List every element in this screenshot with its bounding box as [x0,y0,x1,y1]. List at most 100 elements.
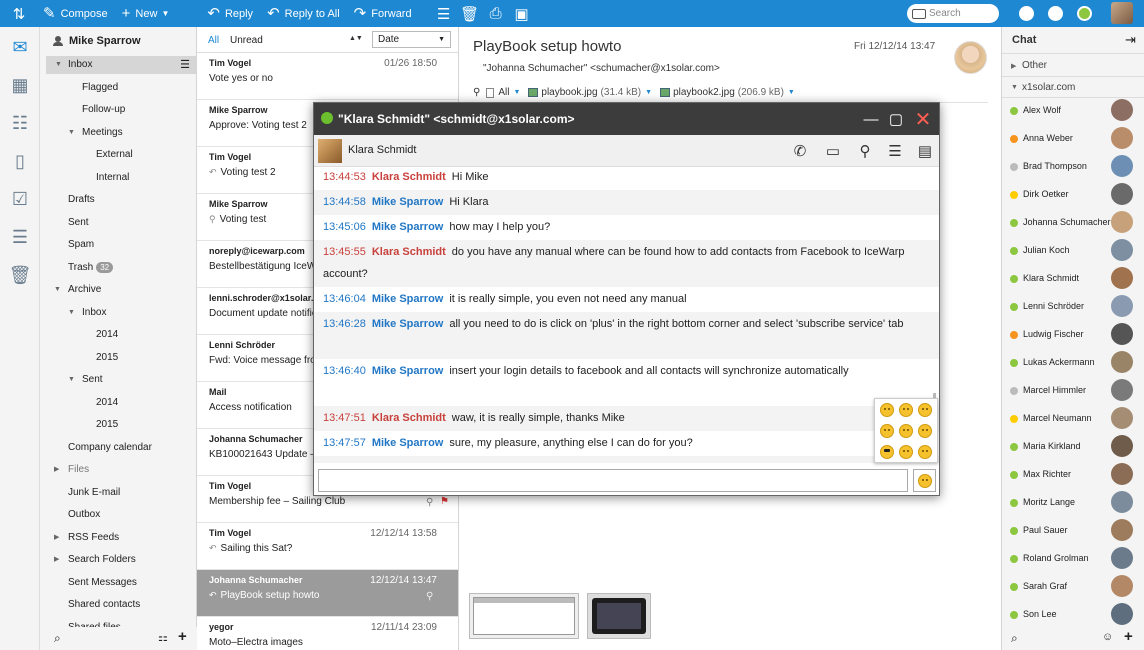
screen-share-icon[interactable]: ▭ [822,141,844,161]
folder-archive-sent[interactable]: ▼ Sent [68,371,103,389]
chat-contact[interactable]: Paul Sauer [1002,517,1144,545]
chat-contact[interactable]: Ludwig Fischer [1002,321,1144,349]
folder-internal[interactable]: Internal [96,169,129,187]
folder-sent-messages[interactable]: Sent Messages [68,574,137,592]
folder-trash[interactable]: Trash 32 [68,259,114,277]
sort-direction-icon[interactable]: ▲▼ [349,35,363,42]
chat-contact[interactable]: Son Lee [1002,601,1144,629]
grin-emoji-icon[interactable] [899,424,913,438]
message-author[interactable]: Klara Schmidt [372,246,446,258]
contacts-icon[interactable]: ☷ [9,112,31,134]
chat-bubble-icon[interactable] [1048,6,1063,21]
plus-icon[interactable]: + [1124,628,1133,645]
folder-search-folders[interactable]: ▶ Search Folders [54,551,136,569]
folder-archive-sent-2014[interactable]: 2014 [96,394,118,412]
folder-spam[interactable]: Spam [68,236,94,254]
wink-emoji-icon[interactable] [880,424,894,438]
folder-archive[interactable]: ▼ Archive [54,281,101,299]
chat-contact[interactable]: Marcel Himmler [1002,377,1144,405]
chevron-down-icon[interactable]: ▼ [788,89,795,96]
chat-contact[interactable]: Moritz Lange [1002,489,1144,517]
collapse-icon[interactable] [1019,6,1034,21]
add-folder-icon[interactable]: + [178,628,187,645]
message-author[interactable]: Mike Sparrow [372,196,444,208]
compose-button[interactable]: ✎ Compose [36,0,115,27]
notes-icon[interactable]: ☰ [884,141,906,161]
sad-emoji-icon[interactable] [899,403,913,417]
chat-contact[interactable]: Max Richter [1002,461,1144,489]
folder-tree-icon[interactable]: ⚏ [158,631,168,644]
presence-status-icon[interactable] [1077,6,1092,21]
folder-meetings[interactable]: ▼ Meetings [68,124,123,142]
menu-icon[interactable]: ☰ [431,0,457,27]
surprised-emoji-icon[interactable] [918,424,932,438]
attachments-all[interactable]: All [498,87,509,98]
chat-window-titlebar[interactable]: "Klara Schmidt" <schmidt@x1solar.com> — … [314,103,939,135]
folder-shared-contacts[interactable]: Shared contacts [68,596,140,614]
folder-drafts[interactable]: Drafts [68,191,95,209]
chat-contact[interactable]: Klara Schmidt [1002,265,1144,293]
folder-follow-up[interactable]: Follow-up [82,101,125,119]
chevron-down-icon[interactable]: ▼ [513,89,520,96]
chat-contact[interactable]: Alex Wolf [1002,97,1144,125]
folder-archive-inbox-2014[interactable]: 2014 [96,326,118,344]
account-header[interactable]: Mike Sparrow [53,35,141,47]
message-author[interactable]: Mike Sparrow [372,293,444,305]
paperclip-icon[interactable]: ⚲ [854,141,876,161]
close-icon[interactable]: ✕ [912,108,934,131]
calendar-icon[interactable]: ▦ [9,74,31,96]
sync-icon[interactable]: ⇅ [6,0,32,27]
message-row-selected[interactable]: Johanna Schumacher 12/12/14 13:47 ↶ PlayB… [197,570,458,617]
tasks-icon[interactable]: ☑ [9,188,31,210]
message-row[interactable]: Tim Vogel 12/12/14 13:58 ↶ Sailing this S… [197,523,458,570]
chat-message-input[interactable] [318,469,908,492]
journal-icon[interactable]: ☰ [9,226,31,248]
contact-card-icon[interactable]: ▤ [914,141,936,161]
message-author[interactable]: Mike Sparrow [372,365,444,377]
exit-icon[interactable]: ⇥ [1125,32,1136,48]
add-contact-icon[interactable]: ☺ [1102,631,1113,643]
search-box[interactable]: Search [907,4,999,23]
chat-contact[interactable]: Anna Weber [1002,125,1144,153]
cool-emoji-icon[interactable] [880,445,894,459]
folder-company-calendar[interactable]: Company calendar [68,439,152,457]
folder-rss-feeds[interactable]: ▶ RSS Feeds [54,529,119,547]
attachment-name[interactable]: playbook.jpg [541,87,597,98]
neutral-emoji-icon[interactable] [918,403,932,417]
attachment-thumbnail[interactable] [469,593,579,639]
chat-group-other[interactable]: Other [1022,60,1047,71]
folder-archive-sent-2015[interactable]: 2015 [96,416,118,434]
menu-icon[interactable]: ☰ [180,56,190,74]
email-from[interactable]: "Johanna Schumacher" <schumacher@x1solar… [483,63,720,74]
attachment-name[interactable]: playbook2.jpg [673,87,735,98]
chat-contact[interactable]: Marcel Neumann [1002,405,1144,433]
flag-icon[interactable]: ⚑ [440,496,449,507]
smile-emoji-icon[interactable] [880,403,894,417]
search-icon[interactable]: ⌕ [1011,631,1018,646]
chat-contact[interactable]: Brad Thompson [1002,153,1144,181]
folder-inbox[interactable]: ▼ Inbox ☰ [46,56,196,74]
message-author[interactable]: Mike Sparrow [372,221,444,233]
chevron-down-icon[interactable]: ▼ [645,89,652,96]
trash-icon[interactable]: 🗑 [9,264,32,286]
emoji-button[interactable] [913,469,936,492]
folder-outbox[interactable]: Outbox [68,506,100,524]
maximize-icon[interactable]: ▢ [885,108,907,130]
tongue-emoji-icon[interactable] [918,445,932,459]
folder-external[interactable]: External [96,146,133,164]
chat-group-x1solar[interactable]: x1solar.com [1022,82,1075,93]
folder-archive-inbox[interactable]: ▼ Inbox [68,304,106,322]
laugh-emoji-icon[interactable] [899,445,913,459]
trash-icon[interactable]: 🗑 [457,0,483,27]
chat-contact[interactable]: Julian Koch [1002,237,1144,265]
message-author[interactable]: Klara Schmidt [372,462,446,463]
sort-select[interactable]: Date ▼ [372,31,451,48]
folder-sent[interactable]: Sent [68,214,89,232]
new-button[interactable]: + New ▼ [115,0,177,27]
chat-contact[interactable]: Roland Grolman [1002,545,1144,573]
message-author[interactable]: Klara Schmidt [372,412,446,424]
filter-unread[interactable]: Unread [230,35,263,46]
user-avatar[interactable] [1111,2,1133,24]
message-row[interactable]: yegor 12/11/14 23:09 Moto–Electra images [197,617,458,650]
forward-button[interactable]: ↷ Forward [347,0,419,27]
